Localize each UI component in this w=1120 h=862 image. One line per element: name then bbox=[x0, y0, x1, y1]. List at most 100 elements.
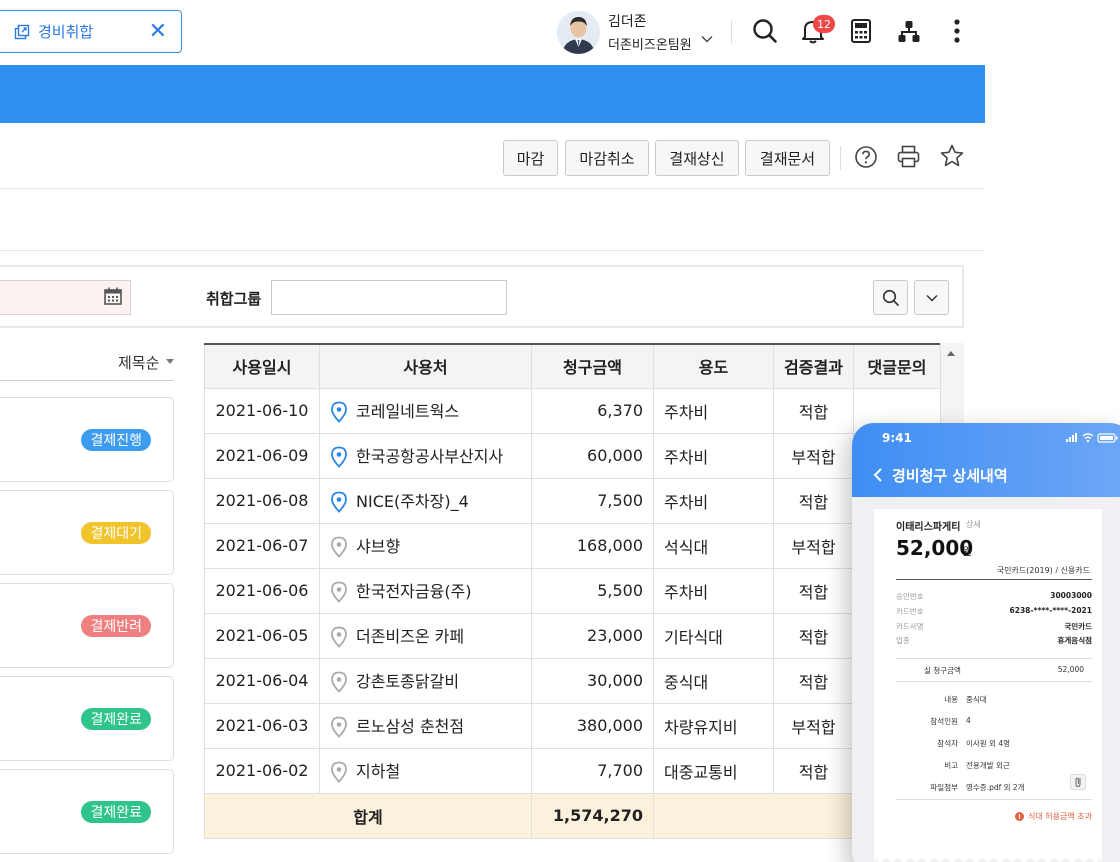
list-item[interactable]: 결제진행 bbox=[0, 397, 174, 482]
approval-document-button[interactable]: 결재문서 bbox=[745, 140, 830, 176]
table-row[interactable]: 2021-06-02 지하철 7,700 대중교통비 적합 bbox=[204, 747, 941, 794]
column-header-purpose[interactable]: 용도 bbox=[653, 343, 774, 389]
cell-verification: 부적합 bbox=[773, 522, 854, 569]
user-name[interactable]: 김더존 bbox=[608, 11, 647, 31]
help-icon[interactable] bbox=[854, 145, 878, 169]
cancel-close-button[interactable]: 마감취소 bbox=[565, 140, 649, 176]
print-icon[interactable] bbox=[896, 144, 921, 169]
item-value: 전용개발 외근 bbox=[966, 761, 1010, 770]
more-menu-button[interactable] bbox=[943, 16, 971, 46]
caret-down-icon[interactable] bbox=[166, 359, 174, 364]
tab-expense-aggregation[interactable]: 경비취합 ✕ bbox=[0, 10, 182, 53]
table-total-row: 합계 1,574,270 bbox=[204, 792, 941, 839]
receipt-detail-link[interactable]: 상세 bbox=[966, 519, 981, 530]
receipt-field: 카드번호 6238-****-****-2021 bbox=[896, 606, 1092, 617]
column-header-place[interactable]: 사용처 bbox=[319, 343, 532, 389]
cell-amount: 168,000 bbox=[531, 522, 654, 569]
divider bbox=[896, 799, 1092, 800]
table-row[interactable]: 2021-06-07 샤브향 168,000 석식대 부적합 bbox=[204, 522, 941, 569]
search-filter-button[interactable] bbox=[873, 280, 908, 315]
mobile-header: 9:41 경비청구 상세내역 bbox=[852, 423, 1120, 497]
receipt-torn-edge bbox=[874, 853, 1102, 862]
list-item[interactable]: 결제대기 bbox=[0, 490, 174, 575]
external-window-icon bbox=[14, 24, 30, 39]
star-icon[interactable] bbox=[939, 143, 965, 169]
status-badge: 결제완료 bbox=[81, 801, 151, 823]
table-row[interactable]: 2021-06-09 한국공항공사부산지사 60,000 주차비 부적합 bbox=[204, 432, 941, 479]
cell-date: 2021-06-02 bbox=[204, 747, 320, 794]
place-name: 르노삼성 춘천점 bbox=[356, 716, 465, 736]
close-tab-icon[interactable]: ✕ bbox=[149, 20, 167, 43]
receipt-field: 승인번호 30003000 bbox=[896, 591, 1092, 602]
table-row[interactable]: 2021-06-06 한국전자금융(주) 5,500 주차비 적합 bbox=[204, 567, 941, 614]
receipt: 이태리스파게티 상세 52,000 원 국민카드(2019) / 신용카드 승인… bbox=[874, 509, 1102, 859]
field-label: 카드사명 bbox=[896, 622, 924, 631]
paperclip-icon[interactable] bbox=[1070, 774, 1086, 790]
sort-dropdown[interactable]: 제목순 bbox=[118, 352, 159, 373]
cell-purpose: 주차비 bbox=[653, 387, 774, 434]
column-header-comments[interactable]: 댓글문의 bbox=[853, 343, 941, 389]
back-icon[interactable] bbox=[872, 467, 886, 483]
table-row[interactable]: 2021-06-08 NICE(주차장)_4 7,500 주차비 적합 bbox=[204, 477, 941, 524]
search-button[interactable] bbox=[751, 16, 779, 46]
column-header-amount[interactable]: 청구금액 bbox=[531, 343, 654, 389]
cell-purpose: 주차비 bbox=[653, 477, 774, 524]
item-label: 비고 bbox=[944, 761, 958, 770]
cell-date: 2021-06-05 bbox=[204, 612, 320, 659]
divider bbox=[896, 658, 1092, 659]
calendar-icon[interactable] bbox=[103, 286, 123, 306]
cell-date: 2021-06-07 bbox=[204, 522, 320, 569]
calculator-icon bbox=[851, 19, 871, 43]
cell-verification: 적합 bbox=[773, 657, 854, 704]
cell-amount: 23,000 bbox=[531, 612, 654, 659]
column-header-date[interactable]: 사용일시 bbox=[204, 343, 320, 389]
list-item[interactable]: 결제완료 bbox=[0, 676, 174, 761]
close-button[interactable]: 마감 bbox=[503, 140, 558, 176]
location-pin-icon bbox=[331, 491, 347, 514]
group-input[interactable] bbox=[271, 280, 507, 315]
cell-amount: 7,700 bbox=[531, 747, 654, 794]
search-icon bbox=[753, 19, 777, 43]
total-amount: 1,574,270 bbox=[531, 792, 654, 839]
cell-amount: 7,500 bbox=[531, 477, 654, 524]
table-row[interactable]: 2021-06-03 르노삼성 춘천점 380,000 차량유지비 부적합 bbox=[204, 702, 941, 749]
table-row[interactable]: 2021-06-05 더존비즈온 카페 23,000 기타식대 적합 bbox=[204, 612, 941, 659]
list-item[interactable]: 결제반려 bbox=[0, 583, 174, 668]
receipt-currency: 원 bbox=[962, 545, 973, 558]
submit-approval-button[interactable]: 결재상신 bbox=[655, 140, 739, 176]
place-name: 더존비즈온 카페 bbox=[356, 626, 465, 646]
cell-verification: 적합 bbox=[773, 567, 854, 614]
user-avatar-icon bbox=[557, 11, 600, 54]
list-item[interactable]: 결제완료 bbox=[0, 769, 174, 854]
avatar[interactable] bbox=[557, 11, 600, 54]
receipt-warning: ! 식대 허용금액 초과 bbox=[1015, 811, 1092, 822]
chevron-down-icon[interactable] bbox=[700, 32, 714, 46]
user-team[interactable]: 더존비즈온팀원 bbox=[608, 34, 692, 53]
cell-purpose: 주차비 bbox=[653, 432, 774, 479]
cell-purpose: 대중교통비 bbox=[653, 747, 774, 794]
cell-amount: 6,370 bbox=[531, 387, 654, 434]
field-label: 업종 bbox=[896, 636, 910, 645]
divider bbox=[731, 20, 732, 44]
cell-date: 2021-06-04 bbox=[204, 657, 320, 704]
expand-filter-button[interactable] bbox=[914, 280, 949, 315]
calculator-button[interactable] bbox=[847, 16, 875, 46]
item-label: 참석인원 bbox=[930, 717, 958, 726]
place-name: 한국공항공사부산지사 bbox=[356, 446, 504, 466]
table-row[interactable]: 2021-06-10 코레일네트웍스 6,370 주차비 적합 bbox=[204, 387, 941, 434]
org-chart-button[interactable] bbox=[895, 16, 923, 46]
cell-place: 코레일네트웍스 bbox=[319, 387, 532, 434]
place-name: 샤브향 bbox=[356, 536, 401, 556]
cell-date: 2021-06-09 bbox=[204, 432, 320, 479]
item-value: 4 bbox=[966, 716, 971, 725]
notification-count-badge: 12 bbox=[813, 15, 835, 33]
column-header-verification[interactable]: 검증결과 bbox=[773, 343, 854, 389]
scroll-up-icon[interactable] bbox=[947, 351, 955, 356]
total-label: 합계 bbox=[204, 792, 532, 839]
cell-amount: 30,000 bbox=[531, 657, 654, 704]
table-row[interactable]: 2021-06-04 강촌토종닭갈비 30,000 중식대 적합 bbox=[204, 657, 941, 704]
expense-table: 사용일시 사용처 청구금액 용도 검증결과 댓글문의 2021-06-10 코레일… bbox=[204, 343, 941, 839]
org-chart-icon bbox=[898, 21, 920, 42]
cell-verification: 적합 bbox=[773, 477, 854, 524]
receipt-warning-text: 식대 허용금액 초과 bbox=[1028, 812, 1092, 821]
